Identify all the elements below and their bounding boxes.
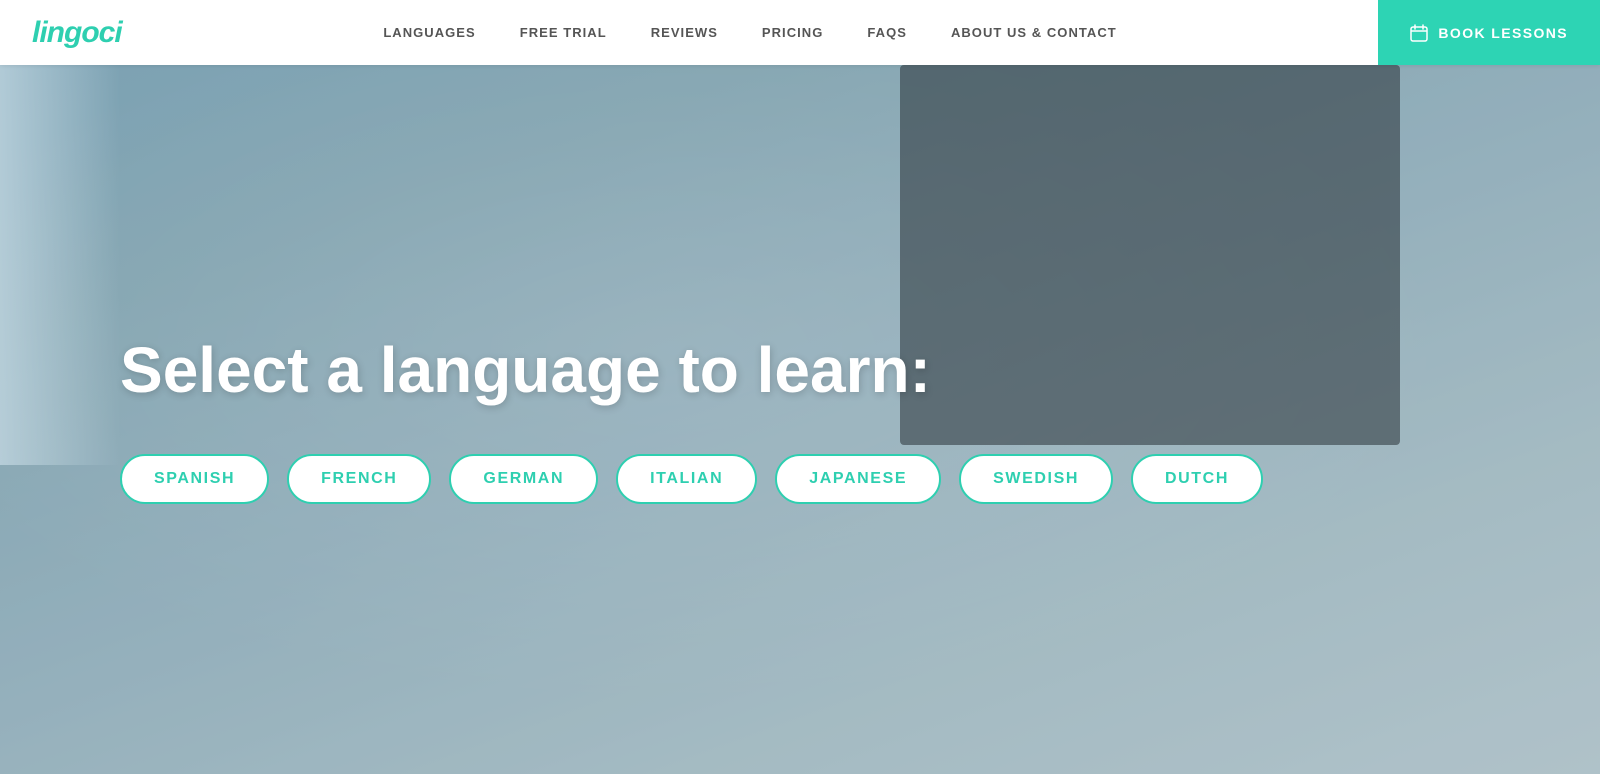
calendar-icon: [1410, 24, 1428, 42]
nav-link-faqs[interactable]: FAQS: [845, 25, 929, 40]
nav-link-about[interactable]: ABOUT US & CONTACT: [929, 25, 1139, 40]
navbar-links: LANGUAGESFREE TRIALREVIEWSPRICINGFAQSABO…: [122, 25, 1379, 40]
navbar-right: BOOK LESSONS: [1378, 0, 1600, 65]
navbar: lingoci LANGUAGESFREE TRIALREVIEWSPRICIN…: [0, 0, 1600, 65]
language-pill-italian[interactable]: ITALIAN: [616, 454, 757, 504]
book-lessons-button[interactable]: BOOK LESSONS: [1378, 0, 1600, 65]
hero-title: Select a language to learn:: [120, 335, 1020, 405]
language-pill-french[interactable]: FRENCH: [287, 454, 431, 504]
logo[interactable]: lingoci: [32, 16, 122, 50]
nav-link-free-trial[interactable]: FREE TRIAL: [498, 25, 629, 40]
nav-link-languages[interactable]: LANGUAGES: [361, 25, 497, 40]
language-pill-swedish[interactable]: SWEDISH: [959, 454, 1113, 504]
nav-link-reviews[interactable]: REVIEWS: [629, 25, 740, 40]
nav-link-pricing[interactable]: PRICING: [740, 25, 845, 40]
language-pill-german[interactable]: GERMAN: [449, 454, 598, 504]
hero-content: Select a language to learn: SPANISH FRENC…: [0, 270, 1600, 503]
language-pill-dutch[interactable]: DUTCH: [1131, 454, 1263, 504]
navbar-left: lingoci: [0, 16, 122, 50]
language-pill-japanese[interactable]: JAPANESE: [775, 454, 941, 504]
language-pill-spanish[interactable]: SPANISH: [120, 454, 269, 504]
language-pills: SPANISH FRENCH GERMAN ITALIAN JAPANESE SWEDIS…: [120, 454, 1600, 504]
book-lessons-label: BOOK LESSONS: [1438, 25, 1568, 41]
hero-section: Select a language to learn: SPANISH FRENC…: [0, 0, 1600, 774]
